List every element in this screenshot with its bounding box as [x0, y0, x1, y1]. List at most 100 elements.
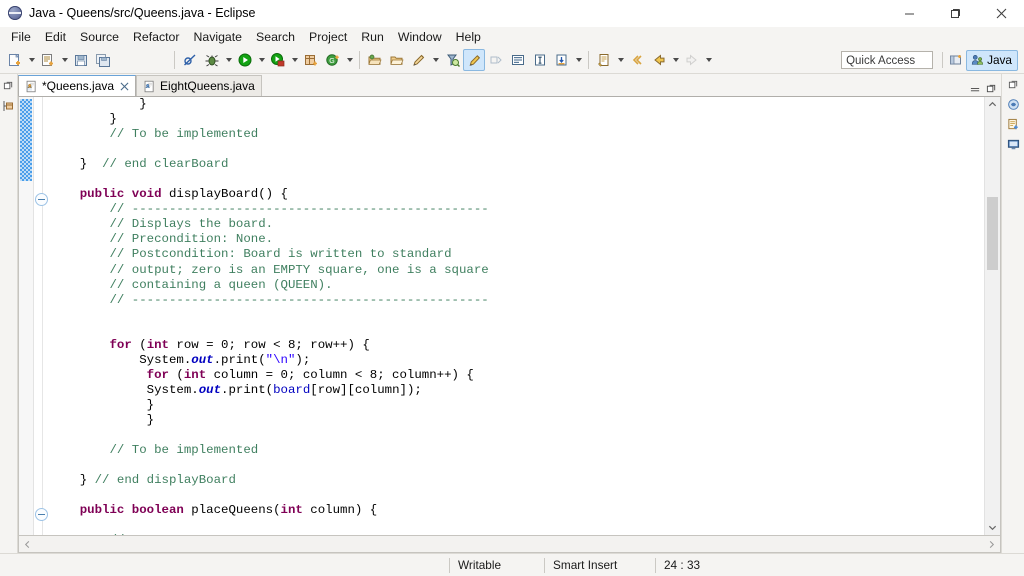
next-marker-icon[interactable] — [551, 49, 573, 71]
quick-access-input[interactable]: Quick Access — [841, 51, 933, 69]
open-folder-icon[interactable] — [364, 49, 386, 71]
scroll-left-arrow[interactable] — [19, 536, 36, 553]
new-wizard-dropdown-arrow[interactable] — [26, 49, 37, 71]
forward-icon[interactable] — [681, 49, 703, 71]
editor-vertical-scrollbar[interactable] — [984, 97, 1000, 535]
forward-dropdown-arrow[interactable] — [703, 49, 714, 71]
toggle-block-selection-icon[interactable] — [626, 49, 648, 71]
new-wizard-icon[interactable] — [4, 49, 26, 71]
source-editor[interactable]: } } // To be implemented } // end clearB… — [18, 96, 1001, 536]
maximize-button[interactable] — [932, 0, 978, 26]
code-token: } — [50, 398, 154, 412]
code-token: // To be implemented — [50, 127, 258, 141]
code-token: int — [147, 338, 169, 352]
main-toolbar: G — [0, 47, 1024, 74]
next-marker-dropdown-arrow[interactable] — [573, 49, 584, 71]
code-token — [50, 368, 147, 382]
menu-project[interactable]: Project — [302, 27, 354, 47]
code-token: // end displayBoard — [95, 473, 236, 487]
code-token: } — [50, 413, 154, 427]
status-bar: Writable Smart Insert 24 : 33 — [0, 553, 1024, 576]
last-edit-location-icon[interactable] — [593, 49, 615, 71]
status-cursor-position: 24 : 33 — [656, 554, 746, 576]
back-icon[interactable] — [648, 49, 670, 71]
back-dropdown-arrow[interactable] — [670, 49, 681, 71]
scrollbar-thumb[interactable] — [987, 197, 998, 270]
outline-view-icon[interactable] — [1006, 97, 1020, 111]
annotation-dropdown-arrow[interactable] — [430, 49, 441, 71]
code-token: displayBoard() { — [162, 187, 288, 201]
code-text-area[interactable]: } } // To be implemented } // end clearB… — [50, 97, 984, 535]
code-token: } — [50, 112, 117, 126]
debug-dropdown-arrow[interactable] — [223, 49, 234, 71]
menu-window[interactable]: Window — [391, 27, 449, 47]
menu-file[interactable]: File — [4, 27, 38, 47]
status-left-empty — [0, 554, 449, 576]
menu-help[interactable]: Help — [449, 27, 488, 47]
annotation-icon[interactable] — [408, 49, 430, 71]
restore-view-icon[interactable] — [2, 78, 16, 92]
changed-lines-marker — [20, 99, 32, 181]
code-token: System. — [50, 353, 191, 367]
code-token: ( — [169, 368, 184, 382]
minimize-button[interactable] — [886, 0, 932, 26]
console-view-icon[interactable] — [1006, 137, 1020, 151]
menu-run[interactable]: Run — [354, 27, 391, 47]
open-type-dropdown-arrow[interactable] — [344, 49, 355, 71]
menu-source[interactable]: Source — [73, 27, 126, 47]
package-explorer-icon[interactable] — [2, 99, 16, 113]
perspective-java-button[interactable]: Java — [966, 50, 1018, 71]
show-whitespace-icon[interactable] — [529, 49, 551, 71]
code-token: int — [184, 368, 206, 382]
restore-right-view-icon[interactable] — [1006, 77, 1020, 91]
tab-close-icon[interactable] — [120, 82, 129, 91]
run-coverage-dropdown-arrow[interactable] — [289, 49, 300, 71]
tab-eightqueens-java[interactable]: EightQueens.java — [136, 75, 262, 96]
code-token: // Postcondition: Board is written to st… — [50, 247, 452, 261]
scroll-right-arrow[interactable] — [983, 536, 1000, 553]
open-type-icon[interactable]: G — [322, 49, 344, 71]
debug-icon[interactable] — [201, 49, 223, 71]
run-dropdown-arrow[interactable] — [256, 49, 267, 71]
new-java-project-dropdown-arrow[interactable] — [59, 49, 70, 71]
next-annotation-icon[interactable] — [485, 49, 507, 71]
minimize-editor-icon[interactable] — [970, 83, 981, 94]
toggle-markoccurrences-icon[interactable] — [463, 49, 485, 71]
folding-ruler[interactable] — [34, 97, 50, 535]
window-controls — [886, 0, 1024, 26]
scroll-up-arrow[interactable] — [985, 97, 1000, 112]
new-java-package-icon[interactable] — [300, 49, 322, 71]
run-icon[interactable] — [234, 49, 256, 71]
right-fastview-strip — [1001, 74, 1024, 553]
scroll-down-arrow[interactable] — [985, 520, 1000, 535]
task-list-icon[interactable] — [1006, 117, 1020, 131]
close-button[interactable] — [978, 0, 1024, 26]
search-icon[interactable] — [441, 49, 463, 71]
menu-edit[interactable]: Edit — [38, 27, 73, 47]
menu-search[interactable]: Search — [249, 27, 302, 47]
code-token: } — [50, 157, 102, 171]
editor-horizontal-scrollbar[interactable] — [18, 536, 1001, 553]
save-all-icon[interactable] — [92, 49, 114, 71]
new-java-project-icon[interactable] — [37, 49, 59, 71]
code-token: ); — [295, 353, 310, 367]
code-token: for — [147, 368, 169, 382]
open-perspective-icon[interactable] — [946, 50, 966, 70]
maximize-editor-icon[interactable] — [986, 83, 997, 94]
last-edit-dropdown-arrow[interactable] — [615, 49, 626, 71]
annotation-ruler[interactable] — [19, 97, 34, 535]
code-token: column = 0; column < 8; column++) { — [206, 368, 474, 382]
open-folder-alt-icon[interactable] — [386, 49, 408, 71]
code-token: out — [191, 353, 213, 367]
run-coverage-icon[interactable] — [267, 49, 289, 71]
tab-queens-java[interactable]: *Queens.java — [18, 75, 136, 96]
save-icon[interactable] — [70, 49, 92, 71]
fold-marker-displayboard[interactable] — [35, 193, 48, 206]
toggle-word-wrap-icon[interactable] — [507, 49, 529, 71]
code-token: column) { — [303, 503, 377, 517]
tab-queens-java-label: *Queens.java — [42, 79, 114, 93]
fold-marker-placequeens[interactable] — [35, 508, 48, 521]
skip-breakpoints-icon[interactable] — [179, 49, 201, 71]
menu-navigate[interactable]: Navigate — [186, 27, 249, 47]
menu-refactor[interactable]: Refactor — [126, 27, 186, 47]
